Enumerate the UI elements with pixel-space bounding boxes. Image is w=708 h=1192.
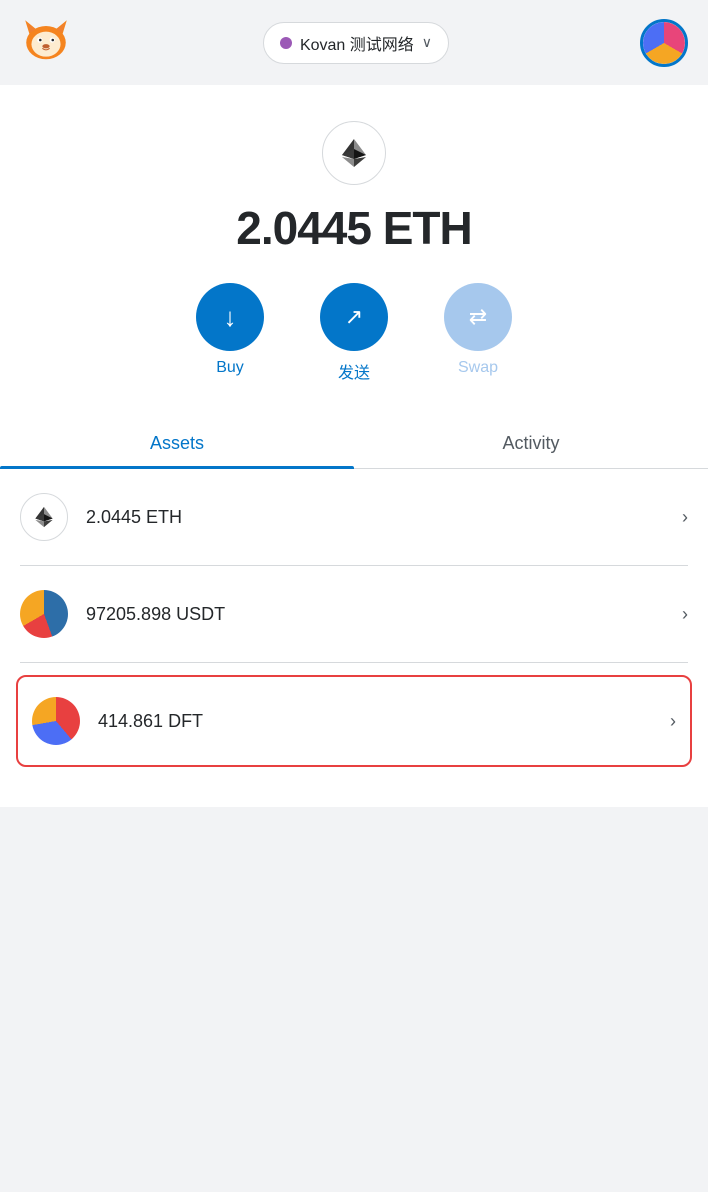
dft-asset-amount: 414.861 DFT <box>98 711 670 732</box>
dft-chevron-icon: › <box>670 711 676 732</box>
eth-token-icon <box>322 121 386 185</box>
send-label: 发送 <box>338 359 370 383</box>
eth-asset-icon <box>20 493 68 541</box>
account-avatar[interactable] <box>640 19 688 67</box>
swap-icon: ⇄ <box>469 304 487 330</box>
asset-list: 2.0445 ETH › 97205.898 USDT › 414.861 DF… <box>0 469 708 767</box>
network-name: Kovan 测试网络 <box>300 31 414 55</box>
eth-icon-wrap <box>0 85 708 185</box>
swap-action[interactable]: ⇄ Swap <box>444 283 512 383</box>
network-dot <box>280 37 292 49</box>
tab-activity[interactable]: Activity <box>354 419 708 468</box>
send-icon: ↗ <box>345 304 363 330</box>
asset-item-eth[interactable]: 2.0445 ETH › <box>20 469 688 566</box>
main-content: 2.0445 ETH ↓ Buy ↗ 发送 ⇄ Swap Assets Acti… <box>0 85 708 807</box>
send-button[interactable]: ↗ <box>320 283 388 351</box>
eth-chevron-icon: › <box>682 507 688 528</box>
asset-item-usdt[interactable]: 97205.898 USDT › <box>20 566 688 663</box>
balance-amount: 2.0445 ETH <box>236 202 471 254</box>
balance-section: 2.0445 ETH <box>0 185 708 283</box>
usdt-chevron-icon: › <box>682 604 688 625</box>
swap-button[interactable]: ⇄ <box>444 283 512 351</box>
usdt-asset-icon <box>20 590 68 638</box>
buy-icon: ↓ <box>224 302 237 333</box>
swap-label: Swap <box>458 359 498 377</box>
metamask-logo[interactable] <box>20 14 72 71</box>
send-action[interactable]: ↗ 发送 <box>320 283 388 383</box>
buy-label: Buy <box>216 359 244 377</box>
usdt-asset-amount: 97205.898 USDT <box>86 604 682 625</box>
tabs: Assets Activity <box>0 419 708 469</box>
buy-action[interactable]: ↓ Buy <box>196 283 264 383</box>
dft-asset-icon <box>32 697 80 745</box>
network-selector[interactable]: Kovan 测试网络 ∨ <box>263 22 449 64</box>
eth-asset-amount: 2.0445 ETH <box>86 507 682 528</box>
header: Kovan 测试网络 ∨ <box>0 0 708 85</box>
chevron-down-icon: ∨ <box>422 34 432 51</box>
tab-assets[interactable]: Assets <box>0 419 354 468</box>
action-buttons: ↓ Buy ↗ 发送 ⇄ Swap <box>0 283 708 419</box>
asset-item-dft[interactable]: 414.861 DFT › <box>16 675 692 767</box>
buy-button[interactable]: ↓ <box>196 283 264 351</box>
avatar-graphic <box>643 22 685 64</box>
